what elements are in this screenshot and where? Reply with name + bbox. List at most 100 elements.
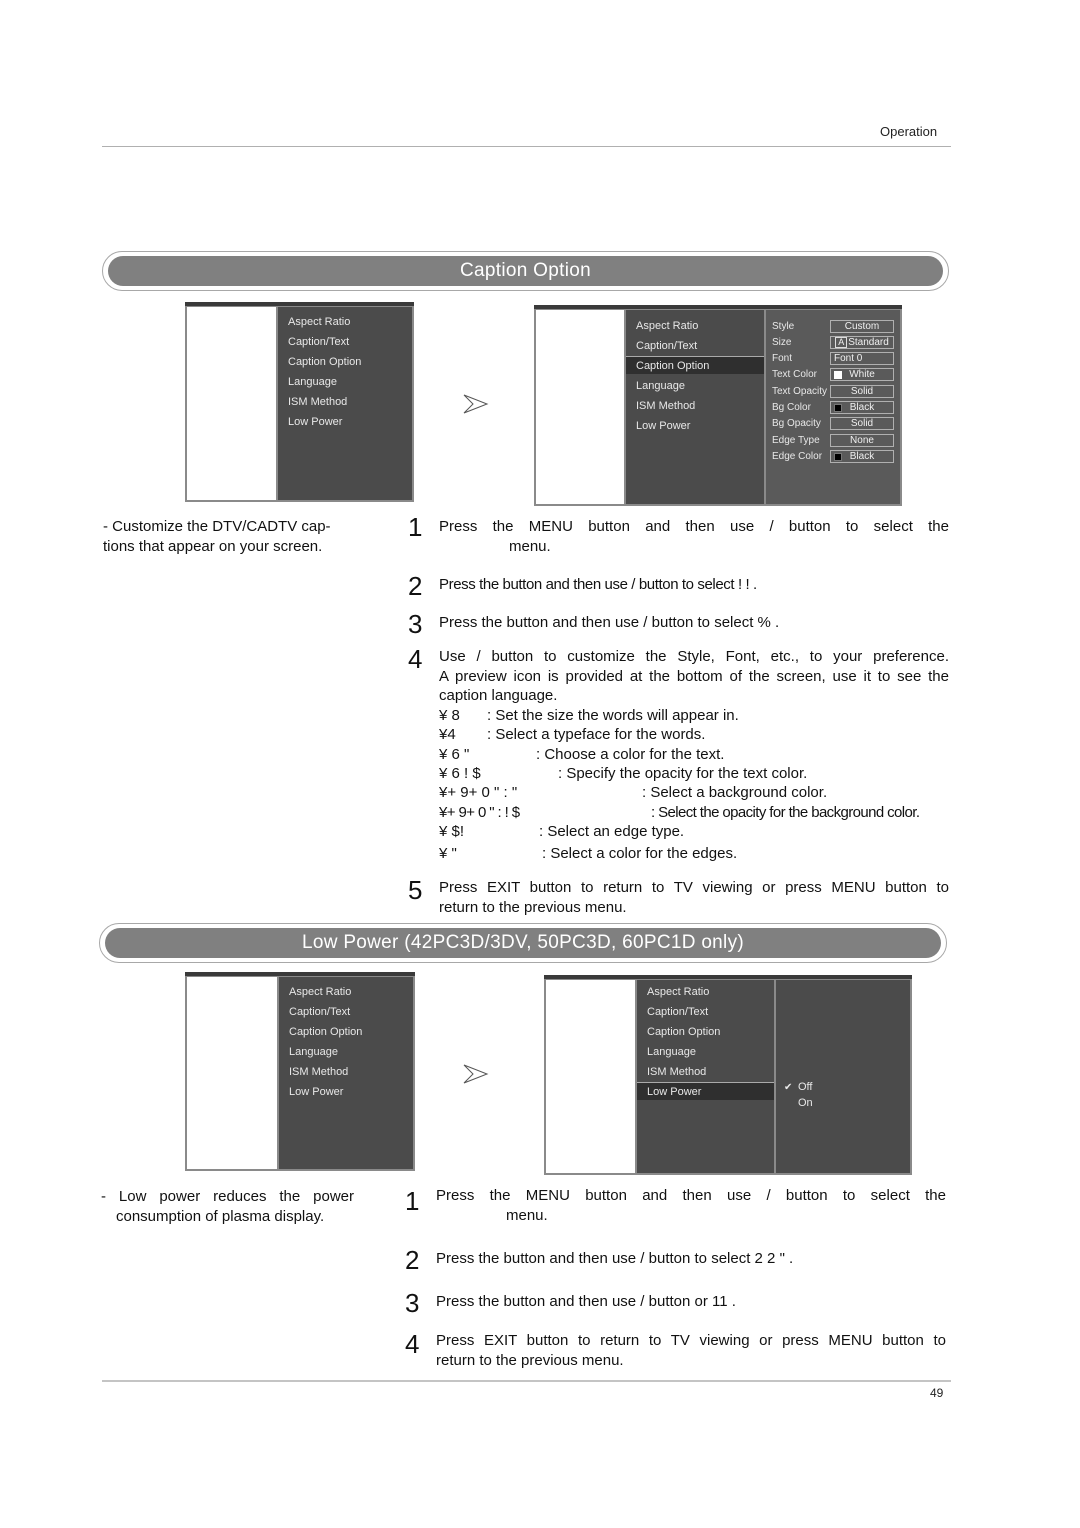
item-text: : Select a background color. bbox=[642, 784, 828, 801]
item-code: ¥+ 9+ 0 " : ! $ bbox=[439, 804, 520, 821]
osd-screen-before: Aspect Ratio Caption/Text Caption Option… bbox=[185, 972, 415, 1171]
menu-item-aspect-ratio[interactable]: Aspect Ratio bbox=[279, 983, 413, 1001]
menu-item-caption-text[interactable]: Caption/Text bbox=[637, 1003, 774, 1021]
option-value-text: Solid bbox=[850, 386, 874, 397]
option-description-edge-color: ¥ ": Select a color for the edges. bbox=[439, 844, 737, 864]
menu-item-caption-option[interactable]: Caption Option bbox=[278, 353, 412, 371]
menu-item-caption-text[interactable]: Caption/Text bbox=[279, 1003, 413, 1021]
menu-item-language[interactable]: Language bbox=[626, 377, 764, 395]
item-code: ¥ 6 " bbox=[439, 746, 470, 763]
option-value-font[interactable]: Font 0 bbox=[830, 352, 894, 365]
section-header: Operation bbox=[880, 124, 938, 139]
option-value-size[interactable]: A Standard bbox=[830, 336, 894, 349]
osd-screen-low-power: Aspect Ratio Caption/Text Caption Option… bbox=[544, 975, 912, 1175]
option-description-font: ¥4: Select a typeface for the words. bbox=[439, 725, 705, 745]
step-number: 4 bbox=[405, 1329, 420, 1359]
option-label-edge-color: Edge Color bbox=[772, 451, 823, 462]
item-code: ¥ $! bbox=[439, 823, 465, 840]
item-text: : Select the opacity for the background … bbox=[651, 804, 920, 821]
option-value-text-color[interactable]: White bbox=[830, 368, 894, 381]
item-text: : Choose a color for the text. bbox=[536, 746, 725, 763]
step-text: return to the previous menu. bbox=[436, 1352, 624, 1369]
caption-option-title: Caption Option bbox=[108, 256, 943, 286]
item-text: : Specify the opacity for the text color… bbox=[558, 765, 808, 782]
checkmark-icon: ✔ bbox=[784, 1082, 793, 1093]
osd-preview-pane bbox=[187, 977, 279, 1169]
menu-item-low-power[interactable]: Low Power bbox=[626, 417, 764, 435]
osd-menu: Aspect Ratio Caption/Text Caption Option… bbox=[279, 977, 413, 1169]
option-label-size: Size bbox=[772, 337, 792, 348]
option-label-text-color: Text Color bbox=[772, 369, 818, 380]
step-text: Press EXIT button to return to TV viewin… bbox=[436, 1332, 946, 1349]
osd-screen-before: Aspect Ratio Caption/Text Caption Option… bbox=[185, 302, 414, 502]
menu-item-ism-method[interactable]: ISM Method bbox=[637, 1063, 774, 1081]
step-text: return to the previous menu. bbox=[439, 899, 627, 916]
option-value-bg-color[interactable]: Black bbox=[830, 401, 894, 414]
step-text: Press the button and then use / button t… bbox=[436, 1250, 794, 1267]
menu-item-caption-text[interactable]: Caption/Text bbox=[278, 333, 412, 351]
osd-screen-caption-option: Aspect Ratio Caption/Text Caption Option… bbox=[534, 305, 902, 506]
caption-option-banner: Caption Option bbox=[102, 251, 949, 291]
step-text: A preview icon is provided at the bottom… bbox=[439, 668, 949, 685]
option-value-style[interactable]: Custom bbox=[830, 320, 894, 333]
item-code: ¥ 8 bbox=[439, 707, 460, 724]
step-number: 5 bbox=[408, 875, 423, 905]
menu-item-ism-method[interactable]: ISM Method bbox=[278, 393, 412, 411]
osd-top-bar bbox=[185, 972, 415, 976]
item-text: : Set the size the words will appear in. bbox=[487, 707, 739, 724]
option-value-edge-color[interactable]: Black bbox=[830, 450, 894, 463]
option-label-bg-color: Bg Color bbox=[772, 402, 811, 413]
osd-menu: Aspect Ratio Caption/Text Caption Option… bbox=[626, 310, 764, 504]
low-power-option-on[interactable]: On bbox=[798, 1097, 813, 1109]
osd-preview-pane bbox=[187, 307, 278, 500]
menu-item-ism-method[interactable]: ISM Method bbox=[626, 397, 764, 415]
menu-item-language[interactable]: Language bbox=[279, 1043, 413, 1061]
item-text: : Select an edge type. bbox=[539, 823, 685, 840]
step-number: 1 bbox=[405, 1186, 420, 1216]
option-value-text: Black bbox=[849, 451, 875, 462]
arrow-right-icon bbox=[463, 394, 489, 414]
option-label-bg-opacity: Bg Opacity bbox=[772, 418, 821, 429]
low-power-title: Low Power (42PC3D/3DV, 50PC3D, 60PC1D on… bbox=[105, 928, 941, 958]
item-code: ¥ " bbox=[439, 845, 457, 862]
menu-item-language[interactable]: Language bbox=[278, 373, 412, 391]
step-text: menu. bbox=[506, 1207, 548, 1224]
menu-item-caption-text[interactable]: Caption/Text bbox=[626, 337, 764, 355]
step-text: menu. bbox=[509, 538, 551, 555]
caption-option-description: - Customize the DTV/CADTV cap- tions tha… bbox=[103, 518, 331, 555]
option-value-text-opacity[interactable]: Solid bbox=[830, 385, 894, 398]
menu-item-low-power-selected[interactable]: Low Power bbox=[637, 1082, 774, 1100]
menu-item-aspect-ratio[interactable]: Aspect Ratio bbox=[637, 983, 774, 1001]
menu-item-language[interactable]: Language bbox=[637, 1043, 774, 1061]
option-label-font: Font bbox=[772, 353, 793, 364]
menu-item-ism-method[interactable]: ISM Method bbox=[279, 1063, 413, 1081]
option-value-edge-type[interactable]: None bbox=[830, 434, 894, 447]
option-value-bg-opacity[interactable]: Solid bbox=[830, 417, 894, 430]
option-description-size: ¥ 8 : Set the size the words will appear … bbox=[439, 706, 739, 726]
white-swatch-icon bbox=[834, 371, 842, 379]
option-value-text: Font 0 bbox=[834, 353, 863, 364]
item-code: ¥ 6 ! $ bbox=[439, 765, 481, 782]
menu-item-aspect-ratio[interactable]: Aspect Ratio bbox=[626, 317, 764, 335]
option-value-text: White bbox=[849, 369, 875, 380]
black-swatch-icon bbox=[834, 404, 842, 412]
footer-divider bbox=[102, 1380, 951, 1382]
step-number: 3 bbox=[408, 609, 423, 639]
option-value-text: Custom bbox=[844, 321, 880, 332]
low-power-option-off[interactable]: Off bbox=[798, 1081, 812, 1093]
step-text: Press the MENU button and then use / but… bbox=[436, 1187, 946, 1204]
page-number: 49 bbox=[930, 1386, 944, 1400]
osd-menu: Aspect Ratio Caption/Text Caption Option… bbox=[278, 307, 412, 500]
menu-item-caption-option-selected[interactable]: Caption Option bbox=[626, 356, 764, 374]
osd-preview-pane bbox=[546, 980, 637, 1173]
menu-item-aspect-ratio[interactable]: Aspect Ratio bbox=[278, 313, 412, 331]
option-description-bg-opacity: ¥+ 9+ 0 " : ! $ : Select the opacity for … bbox=[439, 803, 920, 823]
menu-item-caption-option[interactable]: Caption Option bbox=[637, 1023, 774, 1041]
menu-item-caption-option[interactable]: Caption Option bbox=[279, 1023, 413, 1041]
option-description-bg-color: ¥+ 9+ 0 " : ": Select a background color… bbox=[439, 783, 827, 803]
step-number: 2 bbox=[405, 1245, 420, 1275]
menu-item-low-power[interactable]: Low Power bbox=[279, 1083, 413, 1101]
step-text: Use / button to customize the Style, Fon… bbox=[439, 648, 949, 665]
item-text: : Select a typeface for the words. bbox=[487, 726, 706, 743]
menu-item-low-power[interactable]: Low Power bbox=[278, 413, 412, 431]
